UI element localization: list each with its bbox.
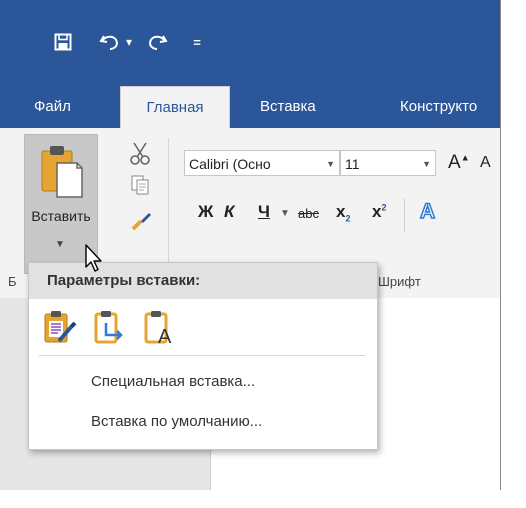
font-family-select[interactable]: Calibri (Осно ▼ — [184, 150, 340, 176]
group-separator — [168, 138, 169, 268]
keep-source-formatting-icon[interactable] — [43, 309, 77, 345]
grow-font-button[interactable]: A▲ — [448, 152, 470, 174]
paste-options-menu: Параметры вставки: A Специальная вставка… — [28, 262, 378, 450]
underline-dropdown[interactable]: ▼ — [280, 208, 290, 219]
font-group-label: Шрифт — [378, 274, 421, 289]
svg-text:A: A — [158, 326, 172, 345]
redo-icon[interactable] — [144, 30, 170, 54]
shrink-font-button[interactable]: A — [480, 154, 491, 172]
chevron-down-icon: ▼ — [326, 159, 335, 169]
grow-font-label: A — [448, 152, 461, 173]
keep-text-only-icon[interactable]: A — [143, 309, 177, 348]
save-icon[interactable] — [52, 30, 74, 54]
quick-access-toolbar: ▾ = — [0, 0, 500, 86]
tab-insert[interactable]: Вставка — [260, 86, 316, 128]
superscript-mark: 2 — [381, 202, 387, 213]
italic-button[interactable]: К — [224, 202, 234, 222]
format-separator — [404, 198, 405, 232]
set-default-paste-item[interactable]: Вставка по умолчанию... — [91, 413, 262, 430]
bold-button[interactable]: Ж — [198, 202, 213, 222]
tab-home[interactable]: Главная — [120, 86, 230, 130]
undo-dropdown[interactable]: ▾ — [122, 30, 136, 54]
mouse-cursor-icon — [84, 243, 104, 278]
tab-design[interactable]: Конструкто — [400, 86, 477, 128]
paste-dropdown-arrow[interactable]: ▼ — [55, 239, 65, 250]
copy-icon[interactable] — [128, 172, 152, 198]
customize-qat-button[interactable]: = — [190, 30, 204, 54]
word-window: ▾ = Файл Главная Вставка Конструкто Вста… — [0, 0, 501, 490]
font-size-value: 11 — [345, 156, 360, 172]
clipboard-icon — [39, 143, 83, 199]
superscript-button[interactable]: x2 — [372, 202, 386, 222]
strikethrough-button[interactable]: abc — [298, 206, 319, 221]
merge-formatting-icon[interactable] — [93, 309, 127, 345]
paste-label: Вставить — [31, 208, 91, 224]
font-family-value: Calibri (Осно — [189, 156, 271, 172]
tab-file[interactable]: Файл — [34, 86, 71, 128]
text-effects-button[interactable]: A — [419, 199, 436, 224]
ribbon-tabs: Файл Главная Вставка Конструкто — [0, 86, 500, 130]
scissors-icon[interactable] — [128, 140, 152, 166]
subscript-mark: 2 — [345, 213, 351, 224]
format-painter-icon[interactable] — [128, 208, 154, 234]
chevron-down-icon: ▼ — [422, 159, 431, 169]
font-size-select[interactable]: 11 ▼ — [340, 150, 436, 176]
paste-special-item[interactable]: Специальная вставка... — [91, 373, 255, 390]
clipboard-group-label: Б — [8, 274, 17, 289]
paste-options-title: Параметры вставки: — [29, 263, 377, 299]
subscript-button[interactable]: x2 — [336, 202, 350, 223]
undo-icon[interactable] — [97, 30, 123, 54]
menu-divider — [39, 355, 365, 356]
underline-button[interactable]: Ч — [258, 202, 270, 222]
